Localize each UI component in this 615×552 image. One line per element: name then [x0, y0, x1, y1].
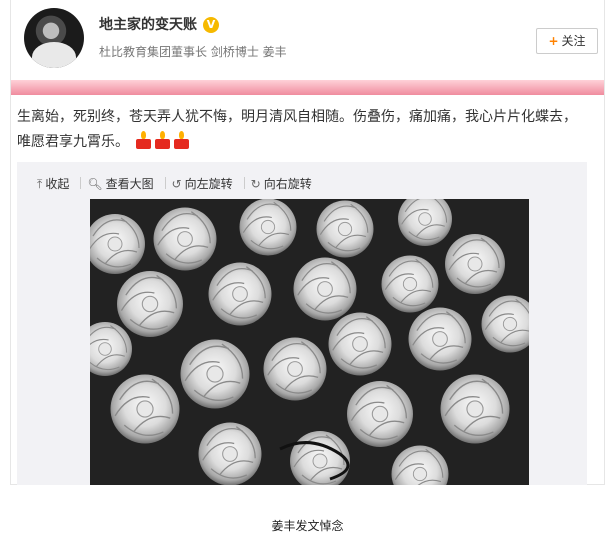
verified-badge-icon: V — [203, 17, 219, 33]
view-large-button[interactable]: 🔍︎ 查看大图 — [87, 175, 153, 192]
plus-icon: + — [548, 34, 559, 48]
collapse-label: 收起 — [45, 177, 70, 191]
media-toolbar: ⤒ 收起 🔍︎ 查看大图 ↺ 向左旋转 ↻ 向右旋转 — [37, 175, 317, 192]
post-text: 生离始，死别终，苍天弄人犹不悔，明月清风自相随。伤叠伤，痛加痛，我心片片化蝶去，… — [17, 109, 577, 150]
arrow-up-icon: ⤒ — [37, 177, 43, 191]
image-caption: 姜丰发文悼念 — [271, 519, 344, 533]
candle-icon — [173, 131, 190, 149]
rotate-right-label: 向右旋转 — [263, 177, 312, 191]
paper-flowers-image — [90, 199, 529, 485]
rotate-left-label: 向左旋转 — [184, 177, 233, 191]
toolbar-divider — [243, 177, 245, 189]
avatar[interactable] — [24, 8, 84, 68]
candle-icon — [154, 131, 171, 149]
user-bio: 杜比教育集团董事长 剑桥博士 姜丰 — [99, 45, 287, 59]
post-content: 生离始，死别终，苍天弄人犹不悔，明月清风自相随。伤叠伤，痛加痛，我心片片化蝶去，… — [17, 105, 587, 158]
follow-button[interactable]: + 关注 — [536, 28, 598, 54]
toolbar-divider — [164, 177, 166, 189]
rotate-right-button[interactable]: ↻ 向右旋转 — [251, 175, 312, 192]
username[interactable]: 地主家的变天账 V — [99, 14, 219, 34]
collapse-button[interactable]: ⤒ 收起 — [37, 175, 69, 192]
toolbar-divider — [80, 177, 82, 189]
rotate-right-icon: ↻ — [250, 177, 261, 191]
divider-band — [11, 80, 604, 95]
post-photo-paper-flowers[interactable] — [90, 199, 529, 485]
emoji-group — [135, 131, 192, 158]
magnify-icon: 🔍︎ — [87, 177, 103, 191]
username-text[interactable]: 地主家的变天账 — [99, 17, 197, 33]
follow-label: 关注 — [561, 34, 586, 48]
rotate-left-button[interactable]: ↺ 向左旋转 — [172, 175, 233, 192]
media-viewer: ⤒ 收起 🔍︎ 查看大图 ↺ 向左旋转 ↻ 向右旋转 — [17, 162, 587, 485]
post-header: 地主家的变天账 V 杜比教育集团董事长 剑桥博士 姜丰 + 关注 — [11, 0, 604, 80]
candle-icon — [135, 131, 152, 149]
rotate-left-icon: ↺ — [171, 177, 182, 191]
view-large-label: 查看大图 — [105, 177, 154, 191]
